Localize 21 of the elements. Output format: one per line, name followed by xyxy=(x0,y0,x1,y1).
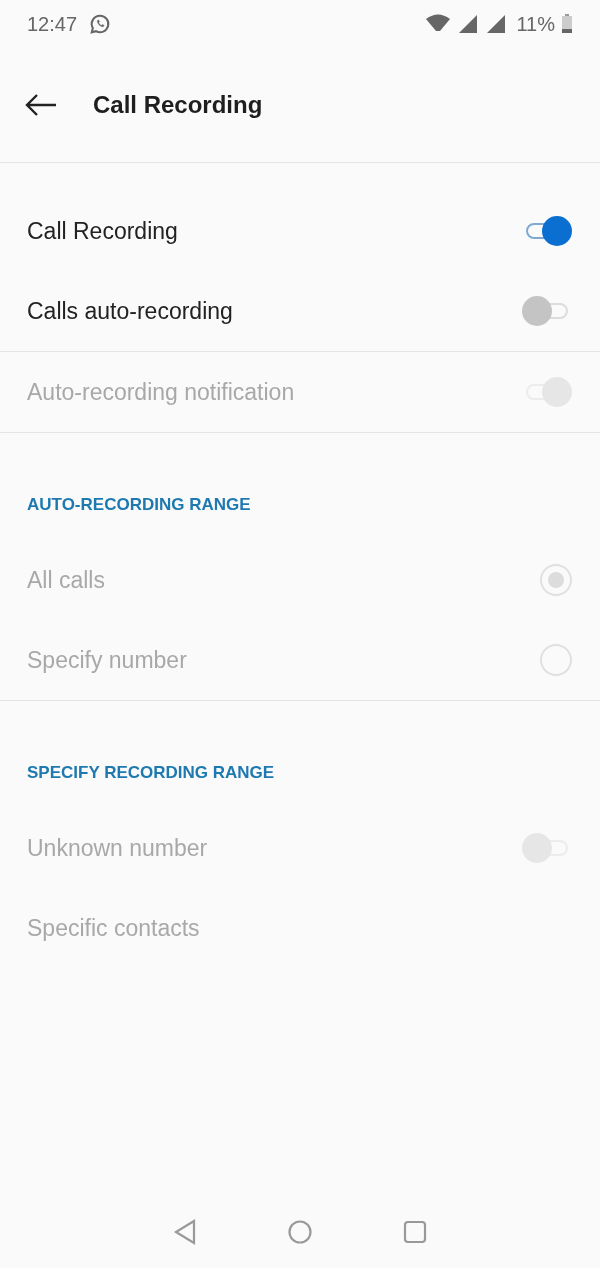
back-arrow-icon[interactable] xyxy=(24,93,58,117)
setting-label: All calls xyxy=(27,565,106,595)
home-nav-icon[interactable] xyxy=(287,1219,313,1245)
clock: 12:47 xyxy=(27,12,78,37)
back-nav-icon[interactable] xyxy=(173,1219,197,1245)
setting-label: Auto-recording notification xyxy=(27,377,296,407)
recents-nav-icon[interactable] xyxy=(403,1220,427,1244)
setting-label: Specify number xyxy=(27,645,188,675)
signal-icon xyxy=(486,14,507,34)
setting-label: Call Recording xyxy=(27,216,179,246)
chat-app-icon xyxy=(89,13,112,35)
battery-percent: 11% xyxy=(516,12,555,37)
setting-label: Specific contacts xyxy=(27,913,201,943)
section-heading: SPECIFY RECORDING RANGE xyxy=(27,762,276,784)
setting-label: Calls auto-recording xyxy=(27,296,234,326)
page-title: Call Recording xyxy=(93,90,263,120)
battery-icon xyxy=(561,14,573,34)
section-heading: AUTO-RECORDING RANGE xyxy=(27,494,252,516)
signal-icon xyxy=(458,14,479,34)
setting-label: Unknown number xyxy=(27,833,209,863)
wifi-icon xyxy=(424,14,453,34)
